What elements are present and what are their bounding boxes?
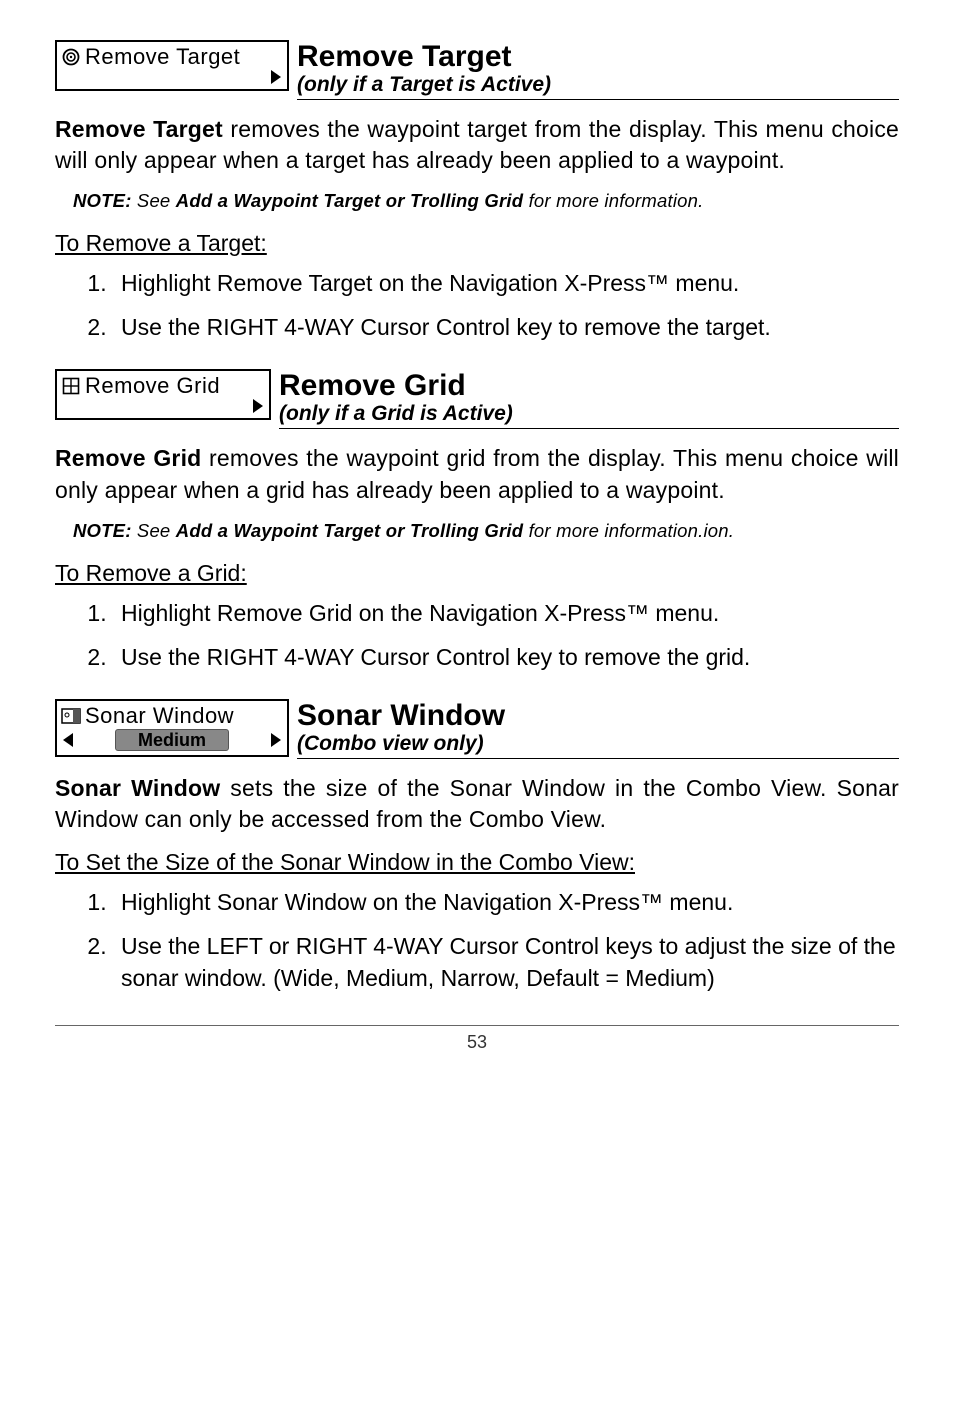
body-text: Remove Grid removes the waypoint grid fr…	[55, 443, 899, 505]
section-header-remove-grid: Remove Grid Remove Grid (only if a Grid …	[55, 369, 899, 429]
grid-icon	[61, 377, 81, 395]
chevron-left-icon	[63, 733, 73, 747]
section-subtitle: (only if a Grid is Active)	[279, 402, 899, 426]
page-footer: 53	[55, 1025, 899, 1053]
steps-list: Highlight Sonar Window on the Navigation…	[55, 886, 899, 995]
chevron-right-icon	[253, 399, 263, 413]
page-number: 53	[467, 1032, 487, 1052]
widget-label: Remove Target	[85, 44, 240, 70]
section-header-sonar-window: Sonar Window Medium Sonar Window (Combo …	[55, 699, 899, 759]
subhead: To Remove a Target:	[55, 230, 899, 257]
list-item: Highlight Remove Target on the Navigatio…	[113, 267, 899, 299]
chevron-right-icon	[271, 733, 281, 747]
list-item: Highlight Sonar Window on the Navigation…	[113, 886, 899, 918]
section-header-remove-target: Remove Target Remove Target (only if a T…	[55, 40, 899, 100]
widget-label: Remove Grid	[85, 373, 220, 399]
note-text: NOTE: See Add a Waypoint Target or Troll…	[73, 190, 899, 212]
widget-sonar-window: Sonar Window Medium	[55, 699, 289, 757]
sonar-icon	[61, 707, 81, 725]
section-title: Sonar Window	[297, 699, 899, 732]
widget-remove-target: Remove Target	[55, 40, 289, 91]
section-subtitle: (only if a Target is Active)	[297, 73, 899, 97]
section-subtitle: (Combo view only)	[297, 732, 899, 756]
chevron-right-icon	[271, 70, 281, 84]
steps-list: Highlight Remove Target on the Navigatio…	[55, 267, 899, 343]
body-text: Sonar Window sets the size of the Sonar …	[55, 773, 899, 835]
subhead: To Set the Size of the Sonar Window in t…	[55, 849, 899, 876]
steps-list: Highlight Remove Grid on the Navigation …	[55, 597, 899, 673]
section-title: Remove Target	[297, 40, 899, 73]
widget-remove-grid: Remove Grid	[55, 369, 271, 420]
subhead: To Remove a Grid:	[55, 560, 899, 587]
list-item: Use the RIGHT 4-WAY Cursor Control key t…	[113, 641, 899, 673]
page-content: Remove Target Remove Target (only if a T…	[0, 0, 954, 1073]
widget-value: Medium	[115, 729, 229, 751]
list-item: Use the RIGHT 4-WAY Cursor Control key t…	[113, 311, 899, 343]
section-title: Remove Grid	[279, 369, 899, 402]
widget-label: Sonar Window	[85, 703, 234, 729]
note-text: NOTE: See Add a Waypoint Target or Troll…	[73, 520, 899, 542]
body-text: Remove Target removes the waypoint targe…	[55, 114, 899, 176]
list-item: Use the LEFT or RIGHT 4-WAY Cursor Contr…	[113, 930, 899, 994]
list-item: Highlight Remove Grid on the Navigation …	[113, 597, 899, 629]
target-icon	[61, 48, 81, 66]
